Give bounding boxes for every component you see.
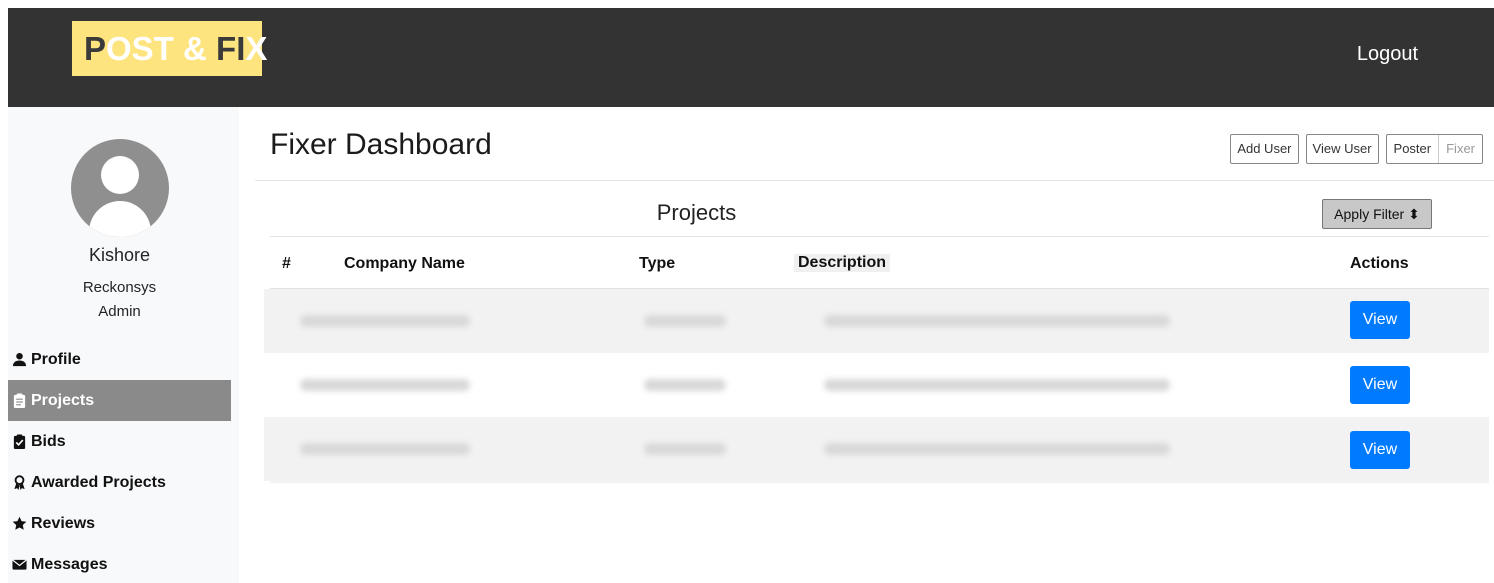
envelope-icon: [12, 557, 28, 573]
table-row: View: [264, 417, 1489, 481]
column-header-actions: Actions: [1350, 255, 1409, 272]
sidebar-nav: Profile Projects Bids Awarded Projects R…: [8, 339, 231, 583]
column-header-type: Type: [639, 255, 676, 272]
user-name: Kishore: [88, 245, 151, 265]
avatar-head: [101, 156, 139, 194]
view-button[interactable]: View: [1350, 366, 1410, 404]
post-and-fix-logo[interactable]: POST & FIX: [72, 21, 267, 76]
table-row: View: [264, 353, 1489, 417]
sidebar-item-label: Messages: [31, 555, 108, 573]
award-icon: [12, 474, 28, 491]
divider: [255, 180, 1494, 181]
user-icon: [12, 352, 28, 368]
sidebar-item-profile[interactable]: Profile: [8, 339, 231, 380]
avatar-shoulders: [89, 201, 151, 237]
column-header-company-name: Company Name: [344, 255, 465, 272]
clipboard-check-icon: [12, 433, 28, 450]
user-company: Reckonsys: [82, 279, 157, 296]
sidebar: Kishore Reckonsys Admin Profile Projects…: [8, 107, 239, 583]
redacted-type: [644, 443, 726, 455]
apply-filter-button[interactable]: Apply Filter ⬍: [1322, 199, 1432, 229]
redacted-description: [824, 443, 1170, 455]
table-footer-strip: [270, 478, 1489, 483]
redacted-type: [644, 315, 726, 327]
sidebar-item-awarded-projects[interactable]: Awarded Projects: [8, 462, 231, 503]
logout-link[interactable]: Logout: [1357, 43, 1418, 66]
redacted-description: [824, 379, 1170, 391]
poster-toggle[interactable]: Poster: [1387, 135, 1439, 163]
fixer-toggle[interactable]: Fixer: [1438, 135, 1482, 163]
redacted-company-name: [300, 315, 470, 327]
sidebar-item-reviews[interactable]: Reviews: [8, 503, 231, 544]
redacted-type: [644, 379, 726, 391]
section-title: Projects: [656, 200, 737, 225]
sidebar-item-messages[interactable]: Messages: [8, 544, 231, 583]
column-header-description: Description: [794, 254, 891, 272]
sidebar-item-label: Awarded Projects: [31, 473, 166, 491]
user-role: Admin: [98, 303, 141, 320]
sidebar-item-label: Reviews: [31, 514, 96, 532]
top-actions: Add User View User Poster Fixer: [1230, 134, 1483, 164]
view-button[interactable]: View: [1350, 431, 1410, 469]
avatar: [71, 139, 169, 237]
divider: [270, 236, 1489, 237]
page-title: Fixer Dashboard: [270, 128, 492, 161]
sidebar-item-label: Profile: [31, 350, 81, 368]
view-user-button[interactable]: View User: [1305, 134, 1379, 164]
sidebar-item-label: Bids: [31, 432, 66, 450]
role-toggle: Poster Fixer: [1385, 134, 1483, 164]
table-row: View: [264, 289, 1489, 353]
redacted-company-name: [300, 443, 470, 455]
sidebar-item-label: Projects: [31, 391, 95, 409]
view-button[interactable]: View: [1350, 301, 1410, 339]
star-icon: [12, 516, 28, 532]
clipboard-icon: [12, 392, 28, 409]
sidebar-item-bids[interactable]: Bids: [8, 421, 231, 462]
add-user-button[interactable]: Add User: [1230, 134, 1299, 164]
redacted-description: [824, 315, 1170, 327]
top-navbar: POST & FIX Logout: [8, 8, 1494, 107]
sidebar-item-projects[interactable]: Projects: [8, 380, 231, 421]
column-header-index: #: [282, 255, 291, 272]
redacted-company-name: [300, 379, 470, 391]
